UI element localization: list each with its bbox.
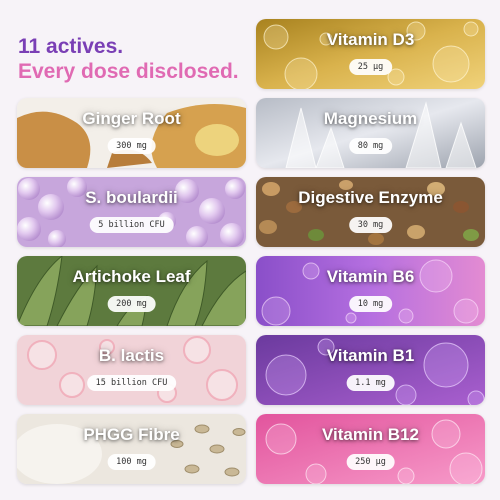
dose-badge: 250 µg xyxy=(346,454,395,470)
active-card-s-boulardii: S. boulardii 5 billion CFU xyxy=(17,177,246,247)
dose-badge: 100 mg xyxy=(107,454,156,470)
dose-badge: 80 mg xyxy=(348,138,393,154)
active-name: Magnesium xyxy=(323,109,418,128)
active-name: Vitamin B6 xyxy=(326,267,415,286)
active-name: Vitamin B12 xyxy=(321,425,419,444)
active-card-vitamin-b6: Vitamin B6 10 mg xyxy=(256,256,485,326)
active-name: Vitamin D3 xyxy=(326,30,415,49)
headline-line-2: Every dose disclosed. xyxy=(18,60,239,83)
active-card-b-lactis: B. lactis 15 billion CFU xyxy=(17,335,246,405)
headline-line-1: 11 actives. xyxy=(18,35,124,58)
active-card-artichoke-leaf: Artichoke Leaf 200 mg xyxy=(17,256,246,326)
dose-badge: 25 µg xyxy=(348,59,393,75)
dose-badge: 200 mg xyxy=(107,296,156,312)
headline: 11 actives. Every dose disclosed. xyxy=(18,34,239,84)
active-card-vitamin-b1: Vitamin B1 1.1 mg xyxy=(256,335,485,405)
active-name: Digestive Enzyme xyxy=(298,188,443,207)
active-card-vitamin-b12: Vitamin B12 250 µg xyxy=(256,414,485,484)
active-name: PHGG Fibre xyxy=(83,425,180,444)
active-name: B. lactis xyxy=(98,346,165,365)
dose-badge: 5 billion CFU xyxy=(89,217,174,233)
active-name: Artichoke Leaf xyxy=(72,267,191,286)
dose-badge: 10 mg xyxy=(348,296,393,312)
dose-badge: 15 billion CFU xyxy=(86,375,177,391)
active-card-magnesium: Magnesium 80 mg xyxy=(256,98,485,168)
active-card-phgg-fibre: PHGG Fibre 100 mg xyxy=(17,414,246,484)
dose-badge: 1.1 mg xyxy=(346,375,395,391)
active-name: S. boulardii xyxy=(85,188,178,207)
dose-badge: 30 mg xyxy=(348,217,393,233)
active-name: Ginger Root xyxy=(82,109,181,128)
dose-badge: 300 mg xyxy=(107,138,156,154)
active-name: Vitamin B1 xyxy=(326,346,415,365)
active-card-ginger-root: Ginger Root 300 mg xyxy=(17,98,246,168)
active-card-vitamin-d3: Vitamin D3 25 µg xyxy=(256,19,485,89)
active-card-digestive-enzyme: Digestive Enzyme 30 mg xyxy=(256,177,485,247)
